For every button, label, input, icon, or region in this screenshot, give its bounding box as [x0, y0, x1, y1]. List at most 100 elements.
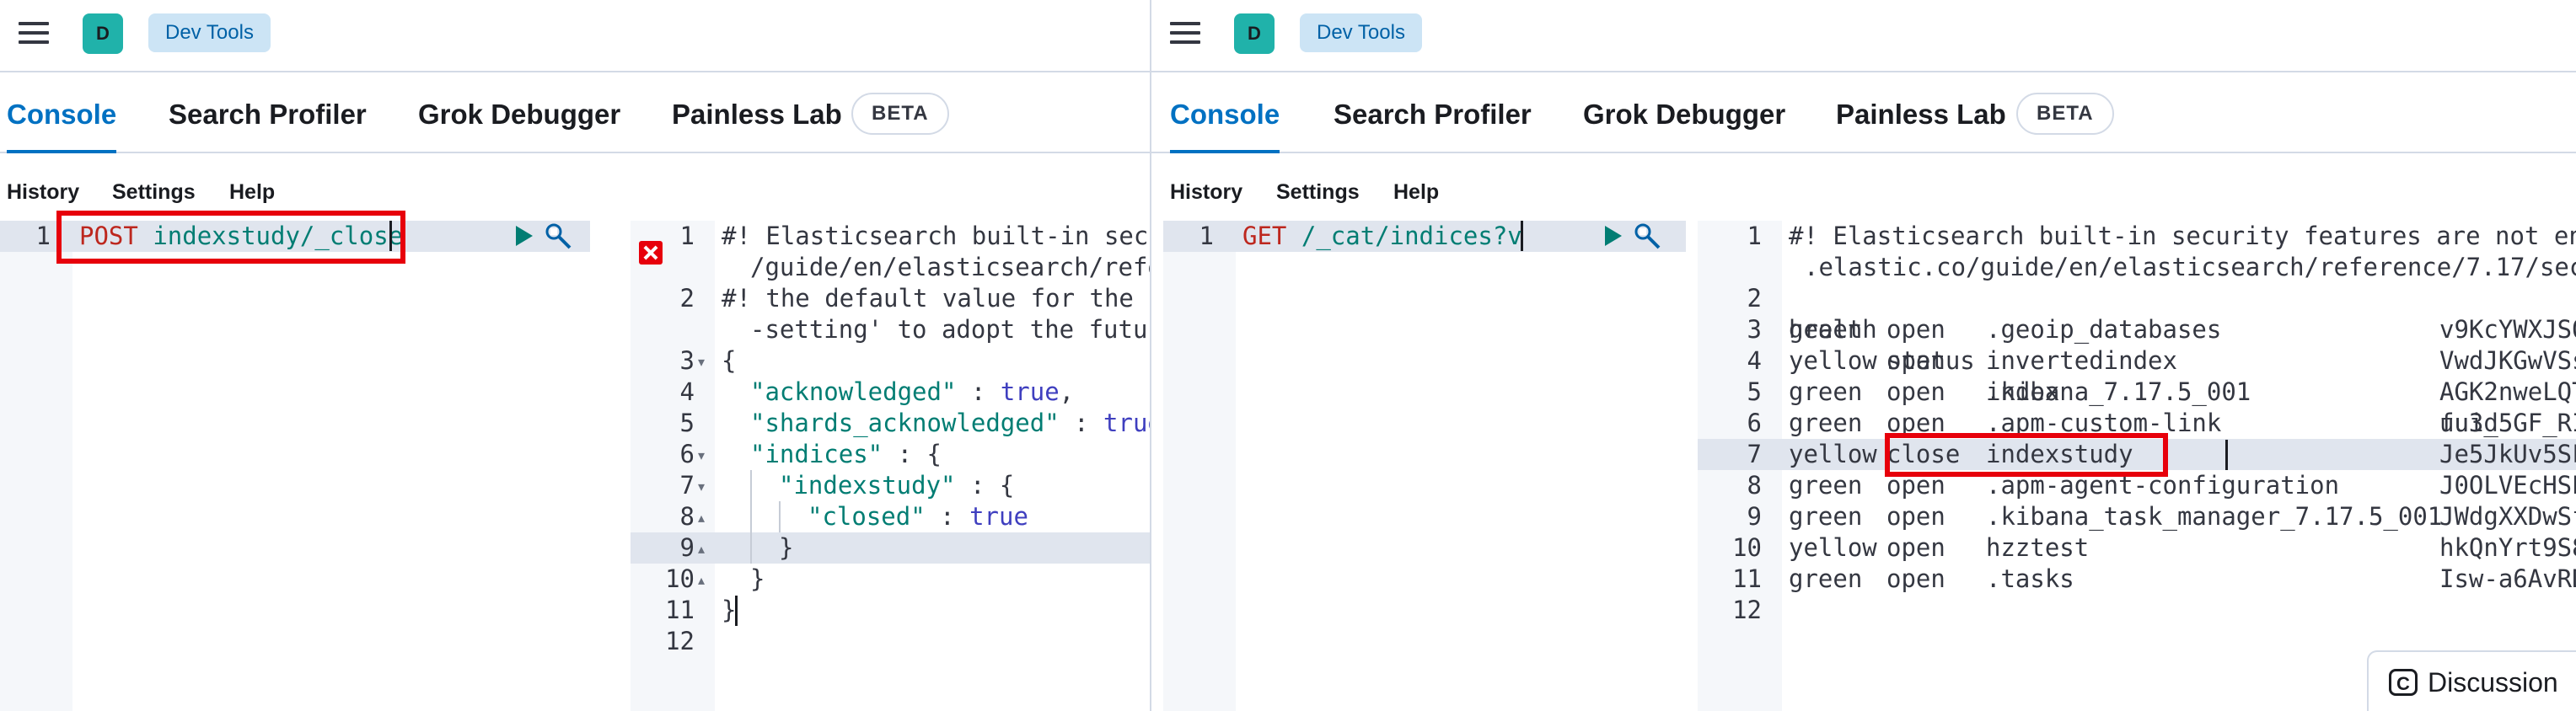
indent-guide [750, 470, 752, 564]
line-number: 4 [1747, 346, 1762, 375]
cell-status: open [1886, 315, 1945, 344]
line-number: 2 [679, 284, 695, 313]
request-editor[interactable]: 1 POST indexstudy/_close [0, 211, 607, 711]
json-punct: : { [883, 440, 942, 468]
help-link[interactable]: Help [229, 180, 275, 205]
highlight-box-indexstudy [1885, 433, 2168, 477]
table-row: green open .geoip_databases v9KcYWXJSQ [1789, 314, 2576, 345]
cell-uuid: JWdgXXDwSf [2439, 502, 2576, 531]
response-line: "shards_acknowledged" : true, [750, 408, 1150, 439]
response-line: } [779, 533, 794, 562]
fold-icon[interactable]: ▾ [698, 354, 705, 371]
fold-icon[interactable]: ▾ [698, 478, 705, 495]
line-number: 9 [679, 533, 695, 562]
tab-painless-lab[interactable]: Painless Lab [1836, 72, 2006, 153]
fold-icon[interactable]: ▴ [698, 541, 705, 558]
request-editor[interactable]: 1 GET /_cat/indices?v [1163, 221, 1686, 711]
cell-index: invertedindex [1986, 346, 2177, 375]
response-line: .elastic.co/guide/en/elasticsearch/refer… [1804, 253, 2576, 281]
line-number: 10 [1732, 533, 1762, 562]
json-key: "closed" [808, 502, 926, 531]
line-number: 6 [679, 440, 695, 468]
tab-bar: Console Search Profiler Grok Debugger Pa… [0, 72, 1150, 153]
line-number: 6 [1747, 409, 1762, 437]
chat-icon [2389, 654, 2418, 711]
line-number: 1 [679, 222, 695, 250]
beta-badge: BETA [2016, 93, 2114, 135]
tab-grok-debugger[interactable]: Grok Debugger [1583, 72, 1785, 153]
cell-index: hzztest [1986, 533, 2090, 562]
cell-status: open [1886, 346, 1945, 375]
cell-health: yellow [1789, 346, 1877, 375]
json-key: "indices" [750, 440, 883, 468]
line-number: 12 [665, 627, 695, 655]
history-link[interactable]: History [1170, 180, 1242, 205]
table-row: yellow open invertedindex VwdJKGwVSs [1789, 345, 2576, 377]
table-row: yellow open hzztest hkQnYrt9S8 [1789, 532, 2576, 564]
history-link[interactable]: History [7, 180, 79, 205]
cell-index: .kibana_7.17.5_001 [1986, 377, 2251, 406]
cell-status: open [1886, 377, 1945, 406]
line-number: 1 [1747, 222, 1762, 250]
cell-health: yellow [1789, 533, 1877, 562]
play-icon[interactable] [516, 226, 533, 246]
line-number: 8 [679, 502, 695, 531]
tab-console[interactable]: Console [1170, 72, 1280, 153]
request-gutter [0, 221, 72, 711]
tab-search-profiler[interactable]: Search Profiler [169, 72, 367, 153]
wrench-icon[interactable] [545, 222, 573, 251]
request-method: GET [1242, 222, 1287, 250]
menu-icon[interactable] [19, 20, 49, 45]
beta-badge: BETA [851, 93, 949, 135]
fold-icon[interactable]: ▴ [698, 572, 705, 589]
table-row: green open .tasks Isw-a6AvRD [1789, 564, 2576, 595]
json-key: "acknowledged" [750, 377, 957, 406]
fold-icon[interactable]: ▾ [698, 447, 705, 464]
settings-link[interactable]: Settings [1276, 180, 1360, 205]
breadcrumb-dev-tools[interactable]: Dev Tools [1300, 13, 1422, 52]
cell-health: green [1789, 315, 1863, 344]
cell-uuid: Je5JkUv5SF [2439, 440, 2576, 468]
header: D Dev Tools [1151, 0, 2576, 72]
right-console-pane: D Dev Tools Console Search Profiler Grok… [1150, 0, 2576, 711]
response-line: #! the default value for the ? [722, 284, 1150, 313]
line-number: 10 [665, 564, 695, 593]
json-punct: : { [955, 471, 1015, 500]
json-key: "shards_acknowledged" [750, 409, 1060, 437]
response-line: "indices" : { [750, 439, 1150, 470]
settings-link[interactable]: Settings [112, 180, 196, 205]
table-row: green open .kibana_task_manager_7.17.5_001… [1789, 501, 2576, 532]
line-number: 8 [1747, 471, 1762, 500]
line-number: 5 [679, 409, 695, 437]
line-number: 12 [1732, 596, 1762, 624]
cell-uuid: AGK2nweLQT [2439, 377, 2576, 406]
cell-index: .geoip_databases [1986, 315, 2222, 344]
cell-health: yellow [1789, 440, 1877, 468]
json-key: "indexstudy" [779, 471, 956, 500]
menu-icon[interactable] [1170, 20, 1200, 45]
cell-health: green [1789, 471, 1863, 500]
line-number: 7 [679, 471, 695, 500]
line-number: 2 [1747, 284, 1762, 313]
tab-grok-debugger[interactable]: Grok Debugger [418, 72, 620, 153]
tab-painless-lab[interactable]: Painless Lab [672, 72, 842, 153]
fold-icon[interactable]: ▴ [698, 510, 705, 527]
wrench-icon[interactable] [1634, 222, 1662, 251]
request-gutter [1163, 221, 1236, 711]
response-line: { [722, 346, 737, 375]
space-avatar[interactable]: D [1234, 13, 1275, 54]
header: D Dev Tools [0, 0, 1150, 72]
play-icon[interactable] [1605, 226, 1622, 246]
text-cursor [1521, 221, 1523, 251]
cell-status: open [1886, 533, 1945, 562]
space-avatar[interactable]: D [83, 13, 123, 54]
line-number: 7 [1747, 440, 1762, 468]
discussion-button[interactable]: Discussion [2367, 650, 2576, 711]
console-menu: History Settings Help [1151, 168, 2576, 219]
tab-search-profiler[interactable]: Search Profiler [1334, 72, 1532, 153]
tab-console[interactable]: Console [7, 72, 117, 153]
help-link[interactable]: Help [1393, 180, 1439, 205]
cell-health: green [1789, 564, 1863, 593]
breadcrumb-dev-tools[interactable]: Dev Tools [148, 13, 271, 52]
response-line: "closed" : true [808, 502, 1028, 531]
